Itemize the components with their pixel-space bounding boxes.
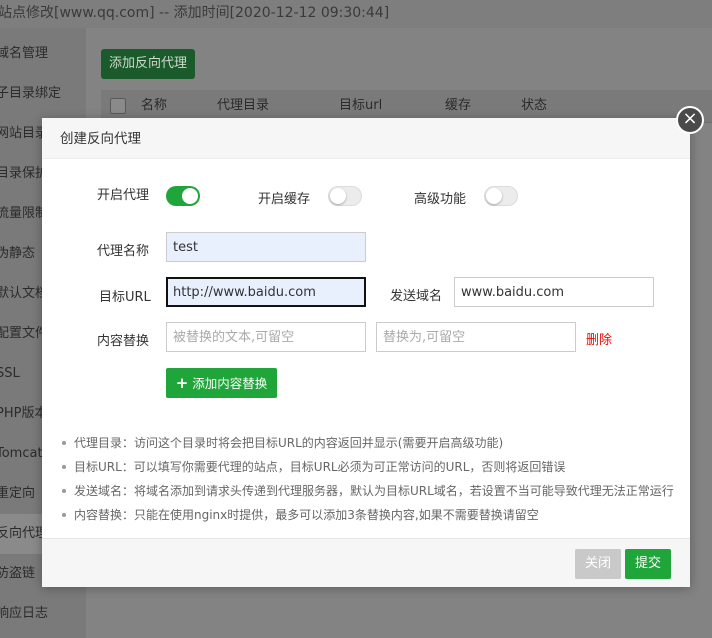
- help-item: 代理目录：访问这个目录时将会把目标URL的内容返回并显示(需要开启高级功能): [60, 435, 674, 459]
- enable-proxy-label: 开启代理: [97, 188, 150, 203]
- enable-cache-label: 开启缓存: [258, 192, 311, 207]
- target-url-input[interactable]: [166, 277, 366, 307]
- select-all-checkbox[interactable]: [110, 98, 126, 114]
- help-item: 内容替换：只能在使用nginx时提供，最多可以添加3条替换内容,如果不需要替换请…: [60, 507, 674, 531]
- close-icon[interactable]: ×: [676, 106, 704, 134]
- delete-replace-link[interactable]: 删除: [586, 329, 612, 348]
- help-item: 目标URL：可以填写你需要代理的站点，目标URL必须为可正常访问的URL，否则将…: [60, 459, 674, 483]
- close-button[interactable]: 关闭: [575, 549, 621, 579]
- proxy-name-input[interactable]: [166, 232, 366, 262]
- enable-proxy-toggle[interactable]: [166, 186, 200, 206]
- advanced-toggle[interactable]: [484, 186, 518, 206]
- dialog-footer: 关闭 提交: [42, 538, 690, 587]
- advanced-label: 高级功能: [414, 192, 467, 207]
- window-title: 站点修改[www.qq.com] -- 添加时间[2020-12-12 09:3…: [0, 0, 712, 28]
- enable-cache-toggle[interactable]: [328, 186, 362, 206]
- sidebar-item-subdir[interactable]: 子目录绑定: [0, 74, 86, 114]
- replace-from-input[interactable]: [166, 322, 366, 352]
- add-content-replace-label: 添加内容替换: [192, 376, 268, 391]
- send-domain-label: 发送域名: [390, 289, 443, 304]
- help-item: 发送域名：将域名添加到请求头传递到代理服务器，默认为目标URL域名，若设置不当可…: [60, 483, 674, 507]
- replace-to-input[interactable]: [376, 322, 576, 352]
- sidebar-item-log[interactable]: 响应日志: [0, 594, 86, 634]
- submit-button[interactable]: 提交: [625, 549, 671, 579]
- target-url-label: 目标URL: [99, 290, 151, 305]
- send-domain-input[interactable]: [454, 277, 654, 307]
- sidebar-item-domain[interactable]: 域名管理: [0, 34, 86, 74]
- help-list: 代理目录：访问这个目录时将会把目标URL的内容返回并显示(需要开启高级功能) 目…: [60, 435, 674, 531]
- add-reverse-proxy-button[interactable]: 添加反向代理: [101, 49, 195, 79]
- add-content-replace-button[interactable]: + 添加内容替换: [166, 368, 277, 398]
- create-reverse-proxy-dialog: 创建反向代理 开启代理 开启缓存 高级功能 代理名称 目标URL 发送域名 内容…: [42, 118, 690, 587]
- proxy-name-label: 代理名称: [97, 244, 150, 259]
- plus-icon: +: [175, 374, 189, 392]
- dialog-header: 创建反向代理: [42, 118, 690, 159]
- dialog-title: 创建反向代理: [60, 131, 141, 147]
- content-replace-label: 内容替换: [97, 334, 150, 349]
